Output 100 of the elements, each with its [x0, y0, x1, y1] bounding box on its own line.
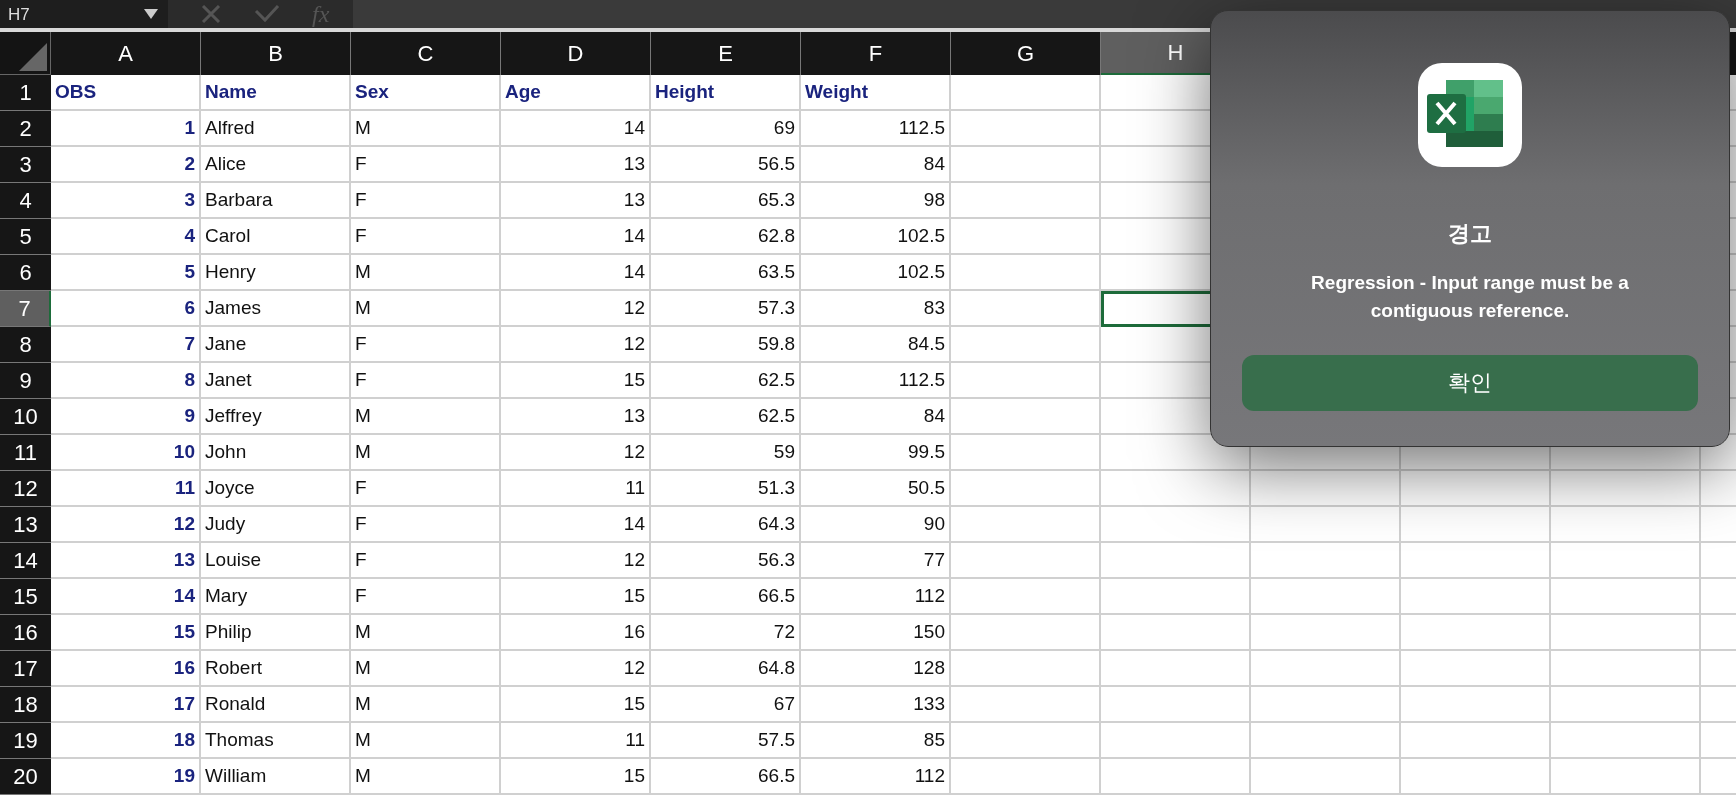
row-header[interactable]: 8: [0, 327, 51, 363]
table-cell: 128: [801, 651, 951, 687]
row-header[interactable]: 14: [0, 543, 51, 579]
table-cell: 77: [801, 543, 951, 579]
row-header[interactable]: 5: [0, 219, 51, 255]
table-cell: M: [351, 111, 501, 147]
column-header[interactable]: D: [501, 32, 651, 75]
table-cell: 14: [501, 507, 651, 543]
table-cell: 16: [51, 651, 201, 687]
column-header[interactable]: C: [351, 32, 501, 75]
spreadsheet-app-icon: [1418, 63, 1522, 167]
table-cell: F: [351, 183, 501, 219]
dialog-message: Regression - Input range must be a contiguous reference.: [1310, 271, 1630, 323]
table-cell: 84: [801, 147, 951, 183]
table-cell: 98: [801, 183, 951, 219]
table-cell: 2: [51, 147, 201, 183]
table-cell: 56.3: [651, 543, 801, 579]
table-cell: Thomas: [201, 723, 351, 759]
row-header[interactable]: 2: [0, 111, 51, 147]
table-cell: 15: [501, 687, 651, 723]
row-header[interactable]: 16: [0, 615, 51, 651]
table-cell: James: [201, 291, 351, 327]
table-cell: 65.3: [651, 183, 801, 219]
row-header[interactable]: 17: [0, 651, 51, 687]
row-header[interactable]: 15: [0, 579, 51, 615]
table-cell: 14: [501, 111, 651, 147]
table-cell: 13: [51, 543, 201, 579]
table-cell: 11: [501, 471, 651, 507]
confirm-button[interactable]: 확인: [1242, 355, 1698, 411]
table-cell: M: [351, 651, 501, 687]
table-cell: OBS: [51, 75, 201, 111]
table-cell: 83: [801, 291, 951, 327]
table-cell: 67: [651, 687, 801, 723]
table-cell: Jeffrey: [201, 399, 351, 435]
table-cell: 14: [501, 255, 651, 291]
check-icon[interactable]: [254, 5, 280, 23]
table-cell: Name: [201, 75, 351, 111]
table-cell: 11: [51, 471, 201, 507]
row-header[interactable]: 10: [0, 399, 51, 435]
table-cell: 9: [51, 399, 201, 435]
row-header[interactable]: 6: [0, 255, 51, 291]
column-header[interactable]: B: [201, 32, 351, 75]
table-cell: 51.3: [651, 471, 801, 507]
row-header[interactable]: 19: [0, 723, 51, 759]
table-cell: M: [351, 399, 501, 435]
column-header[interactable]: E: [651, 32, 801, 75]
table-cell: 102.5: [801, 255, 951, 291]
table-cell: Philip: [201, 615, 351, 651]
table-cell: 6: [51, 291, 201, 327]
table-cell: 15: [501, 759, 651, 795]
table-cell: F: [351, 507, 501, 543]
row-header[interactable]: 3: [0, 147, 51, 183]
row-header[interactable]: 18: [0, 687, 51, 723]
table-cell: 84.5: [801, 327, 951, 363]
row-header[interactable]: 12: [0, 471, 51, 507]
table-cell: F: [351, 579, 501, 615]
name-box[interactable]: H7: [0, 0, 168, 28]
table-cell: 99.5: [801, 435, 951, 471]
table-cell: M: [351, 291, 501, 327]
table-cell: 112: [801, 759, 951, 795]
table-cell: 4: [51, 219, 201, 255]
table-cell: F: [351, 327, 501, 363]
table-cell: 90: [801, 507, 951, 543]
dropdown-caret-icon[interactable]: [144, 9, 158, 19]
select-all-icon[interactable]: [17, 41, 47, 71]
table-cell: M: [351, 687, 501, 723]
table-cell: 17: [51, 687, 201, 723]
cancel-icon[interactable]: [200, 5, 222, 23]
table-cell: 1: [51, 111, 201, 147]
row-header[interactable]: 20: [0, 759, 51, 795]
table-cell: 12: [501, 291, 651, 327]
table-cell: Weight: [801, 75, 951, 111]
table-cell: 64.8: [651, 651, 801, 687]
table-cell: 19: [51, 759, 201, 795]
row-header[interactable]: 4: [0, 183, 51, 219]
table-cell: 133: [801, 687, 951, 723]
table-cell: Height: [651, 75, 801, 111]
table-cell: 59: [651, 435, 801, 471]
table-cell: 15: [501, 363, 651, 399]
table-cell: 7: [51, 327, 201, 363]
row-header[interactable]: 11: [0, 435, 51, 471]
table-cell: 150: [801, 615, 951, 651]
column-header[interactable]: G: [951, 32, 1101, 75]
table-cell: Henry: [201, 255, 351, 291]
table-cell: Janet: [201, 363, 351, 399]
table-cell: 14: [51, 579, 201, 615]
table-cell: M: [351, 255, 501, 291]
table-cell: John: [201, 435, 351, 471]
row-header[interactable]: 13: [0, 507, 51, 543]
row-header[interactable]: 7: [0, 291, 51, 327]
table-cell: 50.5: [801, 471, 951, 507]
column-header[interactable]: A: [51, 32, 201, 75]
row-header[interactable]: 1: [0, 75, 51, 111]
table-cell: 5: [51, 255, 201, 291]
table-cell: 13: [501, 147, 651, 183]
table-cell: Age: [501, 75, 651, 111]
row-header[interactable]: 9: [0, 363, 51, 399]
table-cell: 15: [51, 615, 201, 651]
column-header[interactable]: F: [801, 32, 951, 75]
table-cell: 14: [501, 219, 651, 255]
